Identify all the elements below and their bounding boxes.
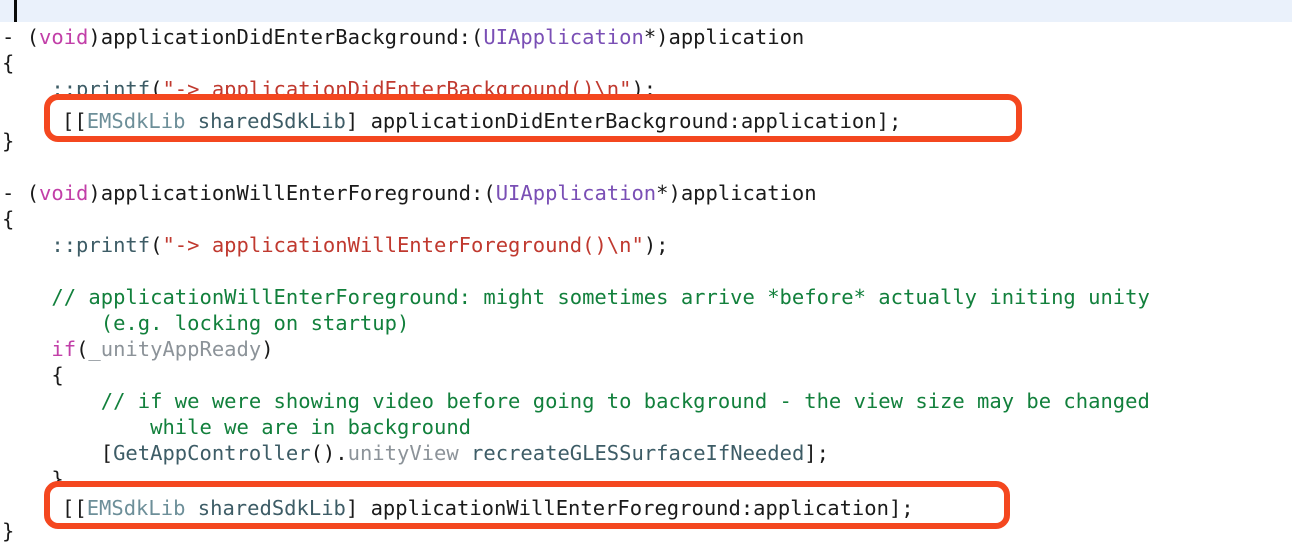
token-brace-open: {: [51, 363, 64, 387]
token-paren-open: (: [76, 337, 89, 361]
token-type-uiapplication: UIApplication: [495, 181, 657, 205]
token-getappcontroller-call: GetAppController: [113, 441, 311, 465]
token-type-paren-open: (: [483, 181, 496, 205]
token-selector: applicationDidEnterBackground:: [100, 25, 472, 49]
token-statement-tail: ];: [876, 109, 902, 133]
token-call-tail: );: [643, 233, 669, 257]
token-type-uiapplication: UIApplication: [483, 25, 644, 49]
token-comment-continuation: while we are in background: [150, 415, 472, 439]
annotation-box-did-enter-background: [[EMSdkLib sharedSdkLib] applicationDidE…: [44, 94, 1022, 142]
token-param-name: application: [680, 181, 817, 205]
token-dot: .: [335, 441, 348, 465]
token-pointer-star: *: [656, 181, 669, 205]
code-line-7[interactable]: ::printf("-> applicationWillEnterForegro…: [0, 232, 1292, 258]
token-paren-open: (: [150, 233, 163, 257]
token-call-parens: (): [310, 441, 336, 465]
token-bracket-open: [[: [62, 496, 87, 520]
token-selector-with-arg: applicationDidEnterBackground:applicatio…: [370, 109, 877, 133]
annotation-code-did-enter-background: [[EMSdkLib sharedSdkLib] applicationDidE…: [62, 108, 901, 134]
token-selector: applicationWillEnterForeground:: [100, 181, 484, 205]
code-line-8[interactable]: // applicationWillEnterForeground: might…: [0, 284, 1292, 310]
token-dash: -: [2, 181, 27, 205]
token-param-name: application: [668, 25, 805, 49]
token-method-sharedsdklib: sharedSdkLib: [197, 496, 346, 520]
code-line-14[interactable]: [GetAppController().unityView recreateGL…: [0, 440, 1292, 466]
code-line-9[interactable]: (e.g. locking on startup): [0, 310, 1292, 336]
token-bracket-open: [[: [62, 109, 87, 133]
token-type-paren-close: ): [668, 181, 681, 205]
token-brace-open: {: [2, 51, 15, 75]
token-comment: // applicationWillEnterForeground: might…: [51, 285, 1150, 309]
token-comment-continuation: (e.g. locking on startup): [100, 311, 410, 335]
token-brace-open: {: [2, 207, 15, 231]
code-line-5[interactable]: - (void)applicationWillEnterForeground:(…: [0, 180, 1292, 206]
code-line-13[interactable]: while we are in background: [0, 414, 1292, 440]
code-line-1[interactable]: - (void)applicationDidEnterBackground:(U…: [0, 24, 1292, 50]
token-bracket-mid: ]: [345, 109, 371, 133]
token-ivar-unityappready: _unityAppReady: [88, 337, 262, 361]
token-type-paren-open: (: [471, 25, 484, 49]
token-comment: // if we were showing video before going…: [100, 389, 1150, 413]
token-printf-call: ::printf: [51, 233, 151, 257]
code-line-12[interactable]: // if we were showing video before going…: [0, 388, 1292, 414]
annotation-code-will-enter-foreground: [[EMSdkLib sharedSdkLib] applicationWill…: [62, 495, 914, 521]
code-content[interactable]: - (void)applicationDidEnterBackground:(U…: [0, 0, 1292, 558]
token-bracket-mid: ]: [345, 496, 371, 520]
token-type-paren-close: ): [656, 25, 669, 49]
code-line-6[interactable]: {: [0, 206, 1292, 232]
token-method-recreategles: recreateGLESSurfaceIfNeeded: [471, 441, 805, 465]
token-brace-close: }: [2, 129, 15, 153]
token-selector-with-arg: applicationWillEnterForeground:applicati…: [370, 496, 889, 520]
token-keyword-void: void: [39, 25, 89, 49]
code-line-2[interactable]: {: [0, 50, 1292, 76]
token-bracket-open: [: [100, 441, 114, 465]
token-pointer-star: *: [643, 25, 657, 49]
token-paren-open: (: [26, 181, 40, 205]
token-bracket-close: ];: [804, 441, 829, 465]
token-string-literal: "-> applicationWillEnterForeground()\n": [162, 233, 644, 257]
token-paren-close: ): [261, 337, 274, 361]
annotation-box-will-enter-foreground: [[EMSdkLib sharedSdkLib] applicationWill…: [44, 481, 1010, 529]
token-property-unityview: unityView: [347, 441, 459, 465]
token-statement-tail: ];: [888, 496, 914, 520]
token-dash: -: [2, 25, 27, 49]
token-keyword-if: if: [51, 337, 77, 361]
token-class-emsdklib: EMSdkLib: [86, 109, 186, 133]
token-method-sharedsdklib: sharedSdkLib: [197, 109, 346, 133]
token-brace-close: }: [2, 519, 15, 543]
token-paren-close: ): [88, 181, 101, 205]
code-editor-screenshot: - (void)applicationDidEnterBackground:(U…: [0, 0, 1292, 558]
token-class-emsdklib: EMSdkLib: [86, 496, 186, 520]
token-paren-close: ): [88, 25, 101, 49]
token-paren-open: (: [26, 25, 40, 49]
code-line-11[interactable]: {: [0, 362, 1292, 388]
token-keyword-void: void: [39, 181, 89, 205]
code-line-10[interactable]: if(_unityAppReady): [0, 336, 1292, 362]
